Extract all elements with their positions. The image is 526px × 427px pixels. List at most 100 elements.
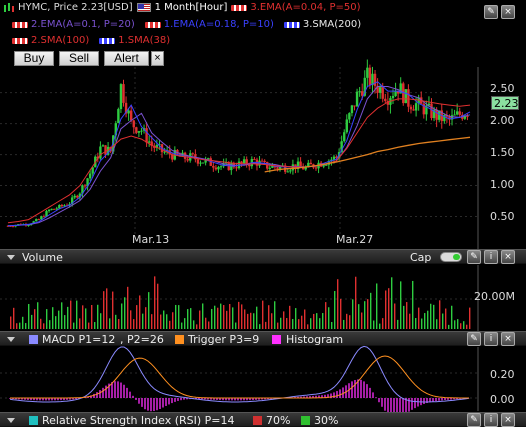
volume-bar bbox=[226, 310, 228, 329]
candle-body bbox=[289, 170, 292, 172]
volume-bar bbox=[34, 309, 36, 329]
volume-bar bbox=[406, 302, 408, 329]
legend-ema-10[interactable]: 1.EMA(A=0.18, P=10) bbox=[144, 19, 274, 30]
volume-bar bbox=[289, 305, 291, 329]
cap-toggle[interactable] bbox=[440, 252, 462, 262]
macd-chart[interactable] bbox=[0, 345, 526, 417]
volume-bar bbox=[37, 302, 39, 329]
candle-body bbox=[186, 158, 189, 161]
timeframe-label[interactable]: 1 Month[Hour] bbox=[155, 2, 228, 13]
volume-bar bbox=[334, 291, 336, 329]
volume-bar bbox=[115, 314, 117, 329]
volume-bar bbox=[286, 318, 288, 329]
volume-bar bbox=[238, 301, 240, 329]
collapse-arrow-icon[interactable] bbox=[7, 255, 15, 260]
macd-y-tick-0-00: 0.00 bbox=[490, 393, 515, 406]
candle-body bbox=[88, 173, 92, 179]
candle-body bbox=[219, 166, 223, 168]
wrench-icon[interactable]: ✎ bbox=[467, 332, 481, 346]
volume-bar bbox=[388, 288, 390, 329]
volume-bar bbox=[103, 291, 105, 329]
last-price-value: 2.23 bbox=[494, 97, 519, 110]
volume-bar bbox=[76, 300, 78, 329]
legend-sma-38[interactable]: 1.SMA(38) bbox=[99, 35, 170, 46]
volume-bar bbox=[379, 323, 381, 329]
macd-line bbox=[9, 345, 470, 403]
volume-bar bbox=[211, 308, 213, 329]
rsi-title: Relative Strength Index (RSI) P=14 bbox=[42, 414, 235, 427]
volume-bar bbox=[313, 313, 315, 329]
volume-bar bbox=[415, 318, 417, 329]
trigger-line bbox=[10, 355, 469, 399]
macd-y-tick-0-20: 0.20 bbox=[490, 368, 515, 381]
volume-bar bbox=[460, 323, 462, 329]
candle-body bbox=[325, 164, 328, 166]
close-icon[interactable]: × bbox=[501, 332, 515, 346]
collapse-arrow-icon[interactable] bbox=[7, 337, 15, 342]
candle-body bbox=[466, 116, 469, 118]
candle-body bbox=[384, 98, 387, 102]
legend-sma-200[interactable]: 3.SMA(200) bbox=[283, 19, 361, 30]
info-icon[interactable]: i bbox=[484, 250, 498, 264]
volume-bar bbox=[49, 320, 51, 329]
symbol-label[interactable]: HYMC, Price 2.23[USD] bbox=[18, 2, 133, 13]
alert-button[interactable]: Alert bbox=[104, 51, 149, 66]
candle-body bbox=[137, 131, 141, 133]
volume-bar bbox=[85, 308, 87, 329]
close-icon[interactable]: × bbox=[501, 413, 515, 427]
volume-bar bbox=[436, 319, 438, 329]
alert-close-button[interactable]: × bbox=[151, 51, 164, 66]
wrench-icon[interactable]: ✎ bbox=[467, 250, 481, 264]
legend-ema-50[interactable]: 3.EMA(A=0.04, P=50) bbox=[231, 2, 361, 13]
legend-ema-20[interactable]: 2.EMA(A=0.1, P=20) bbox=[12, 19, 135, 30]
histogram-swatch-icon bbox=[272, 335, 281, 344]
x-tick-mar-27: Mar.27 bbox=[336, 233, 374, 246]
volume-bar bbox=[301, 315, 303, 329]
macd-title: MACD P1=12 bbox=[42, 333, 116, 346]
close-icon[interactable]: × bbox=[501, 250, 515, 264]
candle-body bbox=[53, 208, 56, 210]
volume-bar bbox=[220, 303, 222, 329]
collapse-arrow-icon[interactable] bbox=[7, 418, 15, 423]
close-icon[interactable]: × bbox=[501, 5, 515, 19]
price-chart[interactable] bbox=[0, 59, 526, 249]
volume-bar bbox=[124, 297, 126, 329]
y-tick-2-00: 2.00 bbox=[490, 114, 515, 127]
candle-body bbox=[37, 219, 40, 221]
candle-body bbox=[458, 111, 461, 115]
volume-chart[interactable] bbox=[0, 265, 526, 331]
candle-body bbox=[299, 161, 302, 167]
wrench-icon[interactable]: ✎ bbox=[467, 413, 481, 427]
volume-bar bbox=[349, 315, 351, 329]
candle-body bbox=[276, 167, 279, 169]
y-tick-2-50: 2.50 bbox=[490, 82, 515, 95]
wrench-icon[interactable]: ✎ bbox=[484, 5, 498, 19]
candle-body bbox=[391, 96, 395, 99]
candle-body bbox=[286, 171, 289, 173]
volume-bar bbox=[163, 310, 165, 329]
volume-bar bbox=[370, 292, 372, 329]
info-icon[interactable]: i bbox=[484, 413, 498, 427]
candle-body bbox=[268, 167, 271, 169]
buy-button[interactable]: Buy bbox=[14, 51, 54, 66]
volume-bar bbox=[376, 283, 378, 329]
volume-bar bbox=[121, 303, 123, 329]
volume-bar bbox=[409, 313, 411, 329]
volume-bar bbox=[169, 320, 171, 329]
candle-body bbox=[35, 219, 38, 222]
sell-button[interactable]: Sell bbox=[59, 51, 99, 66]
volume-bar bbox=[421, 318, 423, 329]
volume-bar bbox=[61, 302, 63, 329]
macd-swatch-icon bbox=[29, 335, 38, 344]
info-icon[interactable]: i bbox=[484, 332, 498, 346]
volume-bar bbox=[412, 280, 414, 329]
volume-bar bbox=[328, 307, 330, 329]
candle-body bbox=[212, 165, 215, 168]
legend-sma-100[interactable]: 2.SMA(100) bbox=[12, 35, 89, 46]
candle-body bbox=[50, 208, 53, 210]
volume-bar bbox=[19, 322, 21, 329]
volume-bar bbox=[385, 290, 387, 329]
trigger-swatch-icon bbox=[175, 335, 184, 344]
rsi-30-swatch-icon bbox=[301, 416, 310, 425]
volume-bar bbox=[154, 276, 156, 329]
